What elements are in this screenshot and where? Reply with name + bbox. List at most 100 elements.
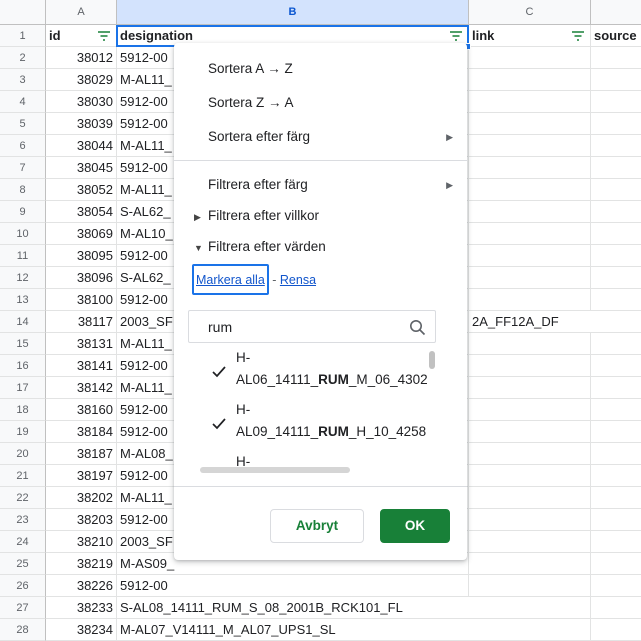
cell-source[interactable]	[591, 69, 641, 91]
cell-source[interactable]	[591, 619, 641, 641]
cell-designation[interactable]: 5912-00	[117, 575, 469, 597]
row-header[interactable]: 25	[0, 553, 46, 575]
row-header[interactable]: 16	[0, 355, 46, 377]
cell-link[interactable]	[469, 443, 591, 465]
cell-id[interactable]: 38117	[46, 311, 117, 333]
cell-id[interactable]: 38233	[46, 597, 117, 619]
cell-source[interactable]	[591, 113, 641, 135]
row-header[interactable]: 19	[0, 421, 46, 443]
cell-source[interactable]	[591, 575, 641, 597]
cell-source[interactable]	[591, 531, 641, 553]
cell-source[interactable]	[591, 289, 641, 311]
cell-source[interactable]	[591, 487, 641, 509]
cell-designation[interactable]: S-AL08_14111_RUM_S_08_2001B_RCK101_FL	[117, 597, 469, 619]
value-item[interactable]: H- AL06_14111_RUM_M_06_4302	[188, 346, 428, 398]
cell-id[interactable]: 38054	[46, 201, 117, 223]
cell-link[interactable]	[469, 91, 591, 113]
select-all-link[interactable]: Markera alla	[196, 273, 265, 287]
cell-id[interactable]: 38096	[46, 267, 117, 289]
row-header[interactable]: 27	[0, 597, 46, 619]
cell-source[interactable]	[591, 311, 641, 333]
row-header[interactable]: 28	[0, 619, 46, 641]
sort-by-color-item[interactable]: Sortera efter färg ▶	[174, 121, 467, 153]
cell-link[interactable]	[469, 553, 591, 575]
cell-link[interactable]	[469, 245, 591, 267]
cancel-button[interactable]: Avbryt	[270, 509, 364, 543]
cell-source[interactable]	[591, 223, 641, 245]
cell-id[interactable]: 38012	[46, 47, 117, 69]
cell-link[interactable]	[469, 289, 591, 311]
cell-link[interactable]	[469, 421, 591, 443]
cell-designation[interactable]: M-AL07_V14111_M_AL07_UPS1_SL	[117, 619, 469, 641]
cell-id[interactable]: 38030	[46, 91, 117, 113]
row-header[interactable]: 23	[0, 509, 46, 531]
cell-source[interactable]	[591, 553, 641, 575]
cell-id[interactable]: 38226	[46, 575, 117, 597]
filter-icon[interactable]	[571, 30, 585, 42]
cell-source[interactable]	[591, 245, 641, 267]
row-header[interactable]: 13	[0, 289, 46, 311]
cell-link[interactable]	[469, 135, 591, 157]
row-header[interactable]: 11	[0, 245, 46, 267]
row-header[interactable]: 3	[0, 69, 46, 91]
row-header[interactable]: 20	[0, 443, 46, 465]
row-header[interactable]: 10	[0, 223, 46, 245]
cell-id[interactable]: 38029	[46, 69, 117, 91]
cell-link[interactable]	[469, 465, 591, 487]
cell-link[interactable]	[469, 223, 591, 245]
cell-link[interactable]	[469, 201, 591, 223]
cell-link[interactable]	[469, 157, 591, 179]
header-cell-id[interactable]: id	[46, 25, 117, 47]
cell-source[interactable]	[591, 157, 641, 179]
cell-source[interactable]	[591, 421, 641, 443]
cell-source[interactable]	[591, 355, 641, 377]
cell-link[interactable]	[469, 47, 591, 69]
row-header[interactable]: 14	[0, 311, 46, 333]
row-header[interactable]: 12	[0, 267, 46, 289]
cell-source[interactable]	[591, 201, 641, 223]
ok-button[interactable]: OK	[380, 509, 450, 543]
cell-source[interactable]	[591, 377, 641, 399]
cell-id[interactable]: 38131	[46, 333, 117, 355]
cell-id[interactable]: 38044	[46, 135, 117, 157]
cell-id[interactable]: 38187	[46, 443, 117, 465]
cell-link[interactable]	[469, 575, 591, 597]
row-header[interactable]: 2	[0, 47, 46, 69]
filter-by-condition-toggle[interactable]: ▶ Filtrera efter villkor	[194, 204, 319, 228]
row-header[interactable]: 4	[0, 91, 46, 113]
sort-a-z-item[interactable]: Sortera A → Z	[174, 53, 467, 85]
cell-id[interactable]: 38052	[46, 179, 117, 201]
cell-id[interactable]: 38234	[46, 619, 117, 641]
cell-id[interactable]: 38210	[46, 531, 117, 553]
cell-source[interactable]	[591, 509, 641, 531]
row-header[interactable]: 24	[0, 531, 46, 553]
horizontal-scrollbar[interactable]	[200, 467, 350, 473]
cell-link[interactable]	[469, 333, 591, 355]
column-header-c[interactable]: C	[469, 0, 591, 25]
cell-id[interactable]: 38184	[46, 421, 117, 443]
cell-id[interactable]: 38069	[46, 223, 117, 245]
header-cell-link[interactable]: link	[469, 25, 591, 47]
search-icon[interactable]	[409, 319, 426, 336]
cell-source[interactable]	[591, 333, 641, 355]
cell-link[interactable]	[469, 267, 591, 289]
cell-link[interactable]	[469, 69, 591, 91]
cell-link[interactable]	[469, 179, 591, 201]
cell-link[interactable]	[469, 487, 591, 509]
cell-id[interactable]: 38141	[46, 355, 117, 377]
cell-source[interactable]	[591, 47, 641, 69]
cell-source[interactable]	[591, 179, 641, 201]
cell-id[interactable]: 38100	[46, 289, 117, 311]
cell-link[interactable]	[469, 399, 591, 421]
vertical-scrollbar[interactable]	[429, 351, 435, 369]
row-header[interactable]: 5	[0, 113, 46, 135]
cell-link[interactable]	[469, 113, 591, 135]
row-header[interactable]: 8	[0, 179, 46, 201]
cell-id[interactable]: 38197	[46, 465, 117, 487]
cell-id[interactable]: 38160	[46, 399, 117, 421]
cell-source[interactable]	[591, 399, 641, 421]
row-header[interactable]: 21	[0, 465, 46, 487]
cell-link[interactable]	[469, 597, 591, 619]
cell-id[interactable]: 38219	[46, 553, 117, 575]
row-header[interactable]: 7	[0, 157, 46, 179]
